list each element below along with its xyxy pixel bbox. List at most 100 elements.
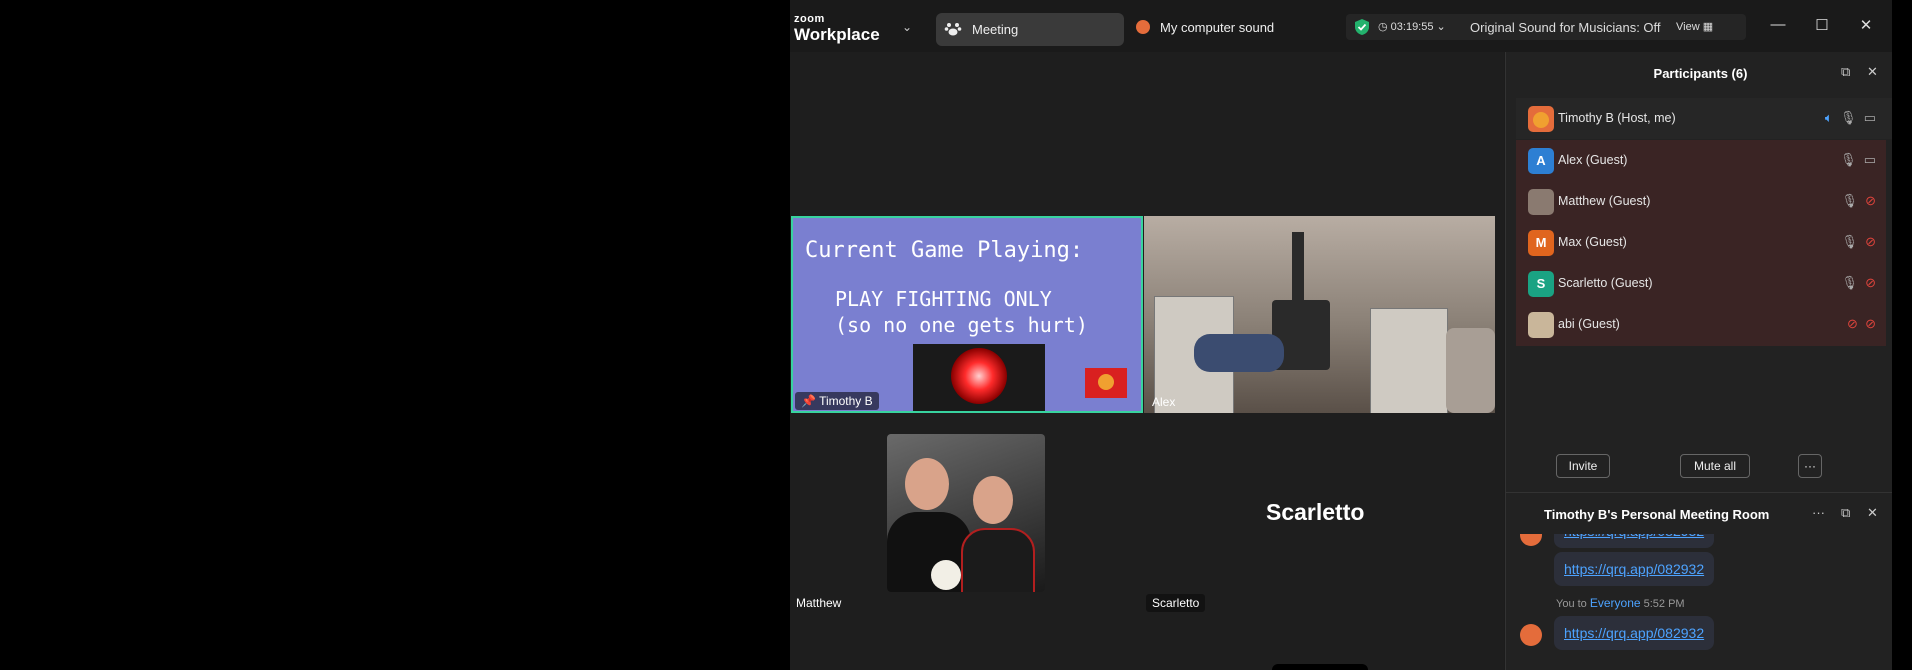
pop-out-icon[interactable]: ⧉: [1841, 64, 1850, 80]
chat-link[interactable]: https://qrq.app/082932: [1554, 534, 1715, 548]
mic-icon[interactable]: 🎙︎: [1841, 234, 1858, 249]
chevron-down-icon: ⌄: [1436, 21, 1446, 33]
stove-pipe: [1292, 232, 1304, 302]
bouquet: [931, 560, 961, 590]
siren-image: [913, 344, 1045, 411]
video-tile-matthew-photo: [887, 434, 1045, 592]
meeting-timer[interactable]: ◷ 03:19:55 ⌄: [1378, 20, 1446, 33]
shield-check-icon[interactable]: [1354, 18, 1370, 36]
close-window-icon[interactable]: ✕: [1856, 16, 1876, 34]
participant-row[interactable]: M Max (Guest) 🎙︎ ⊘: [1516, 222, 1894, 263]
minimize-icon[interactable]: —: [1768, 16, 1788, 33]
mic-icon[interactable]: 🎙︎: [1840, 152, 1857, 167]
participant-controls: ⊘ ⊘: [1847, 316, 1876, 332]
tile-name-alex: Alex: [1152, 395, 1176, 409]
tile-name-matthew: Matthew: [796, 596, 842, 610]
share-audio-icon: [1136, 20, 1150, 34]
person-body-2: [961, 528, 1035, 592]
meta-time: 5:52 PM: [1643, 598, 1685, 610]
scrollbar[interactable]: [1892, 0, 1912, 670]
person-figure: [1194, 334, 1284, 372]
chat-link[interactable]: https://qrq.app/082932: [1554, 552, 1715, 586]
meeting-tab[interactable]: Meeting: [936, 13, 1124, 46]
video-tile-alex[interactable]: Alex: [1144, 216, 1495, 413]
avatar: S: [1528, 271, 1554, 297]
game-title-text: Current Game Playing:: [805, 238, 1084, 263]
meeting-status-bar: ◷ 03:19:55 ⌄ Original Sound for Musician…: [1346, 14, 1746, 40]
camera-off-icon[interactable]: ⊘: [1865, 193, 1876, 208]
participant-controls: 🎙︎ ⊘: [1841, 193, 1876, 209]
participant-name: abi (Guest): [1558, 317, 1620, 331]
invite-button[interactable]: Invite: [1556, 454, 1610, 478]
participant-name: Timothy B (Host, me): [1558, 111, 1676, 125]
view-button[interactable]: View ▦: [1676, 20, 1713, 33]
mic-icon[interactable]: 🎙︎: [1841, 275, 1858, 290]
participants-title: Participants (6): [1653, 66, 1748, 81]
meta-recipient[interactable]: Everyone: [1590, 596, 1641, 610]
chat-messages: https://qrq.app/082932 https://qrq.app/0…: [1506, 534, 1894, 670]
mic-icon[interactable]: 🎙︎: [1840, 110, 1857, 125]
participant-name: Max (Guest): [1558, 235, 1627, 249]
zoom-logo: zoom Workplace: [794, 13, 880, 45]
participant-row[interactable]: A Alex (Guest) 🎙︎ ▭: [1516, 140, 1894, 181]
more-icon[interactable]: ···: [1812, 505, 1825, 520]
grid-icon: ▦: [1702, 21, 1714, 33]
participants-header: Participants (6) ⧉ ✕: [1506, 52, 1894, 94]
participant-name: Alex (Guest): [1558, 153, 1628, 167]
person-face-2: [973, 476, 1013, 524]
meta-sender: You to: [1556, 598, 1587, 610]
pop-out-icon[interactable]: ⧉: [1841, 505, 1850, 521]
chevron-down-icon[interactable]: ⌄: [902, 20, 912, 34]
video-tile-scarletto[interactable]: Scarletto: [1144, 413, 1495, 613]
paw-icon: [944, 23, 962, 36]
avatar: [1528, 106, 1554, 132]
chat-meta: You to Everyone 5:52 PM: [1556, 596, 1685, 610]
participant-name: Matthew (Guest): [1558, 194, 1651, 208]
timer-value: 03:19:55: [1390, 21, 1434, 33]
close-icon[interactable]: ✕: [1867, 64, 1878, 80]
participant-row[interactable]: Timothy B (Host, me) 🔈︎ 🎙︎ ▭: [1516, 98, 1894, 139]
avatar: M: [1528, 230, 1554, 256]
close-icon[interactable]: ✕: [1867, 505, 1878, 521]
chat-avatar: [1520, 624, 1542, 646]
camera-icon[interactable]: ▭: [1864, 110, 1876, 125]
meeting-tab-label: Meeting: [972, 22, 1019, 37]
game-line-text: PLAY FIGHTING ONLY (so no one gets hurt): [835, 287, 1088, 337]
chat-avatar: [1520, 534, 1542, 546]
avatar: [1528, 312, 1554, 338]
brand-small: zoom: [794, 13, 825, 25]
computer-sound-button[interactable]: My computer sound: [1136, 20, 1274, 35]
participant-row[interactable]: Matthew (Guest) 🎙︎ ⊘: [1516, 181, 1894, 222]
participant-controls: 🎙︎ ⊘: [1841, 234, 1876, 250]
mute-all-button[interactable]: Mute all: [1680, 454, 1750, 478]
tile-name-scarletto: Scarletto: [1146, 594, 1206, 612]
clock-icon: ◷: [1378, 21, 1391, 33]
armchair: [1446, 328, 1495, 413]
camera-off-icon[interactable]: ⊘: [1865, 316, 1876, 331]
chat-link[interactable]: https://qrq.app/082932: [1554, 616, 1715, 650]
mic-off-icon[interactable]: ⊘: [1847, 316, 1858, 331]
zoom-window: zoom Workplace ⌄ Meeting My computer sou…: [790, 0, 1894, 670]
participant-name: Scarletto (Guest): [1558, 276, 1653, 290]
camera-icon[interactable]: ▭: [1864, 152, 1876, 167]
brand-main: Workplace: [794, 25, 880, 44]
mic-icon[interactable]: 🎙︎: [1841, 193, 1858, 208]
original-sound-toggle[interactable]: Original Sound for Musicians: Off: [1470, 20, 1661, 35]
maximize-icon[interactable]: ☐: [1812, 16, 1832, 34]
avatar: [1528, 189, 1554, 215]
top-bar: zoom Workplace ⌄ Meeting My computer sou…: [790, 0, 1894, 52]
chat-title: Timothy B's Personal Meeting Room: [1544, 507, 1770, 522]
participant-controls: 🎙︎ ▭: [1840, 152, 1876, 168]
blank-region: [0, 0, 792, 670]
side-panel: Participants (6) ⧉ ✕ Timothy B (Host, me…: [1505, 52, 1894, 670]
camera-off-icon[interactable]: ⊘: [1865, 234, 1876, 249]
floating-toolbar-edge: [1272, 664, 1368, 670]
camera-off-icon[interactable]: ⊘: [1865, 275, 1876, 290]
more-options-button[interactable]: ···: [1798, 454, 1822, 478]
participant-row[interactable]: S Scarletto (Guest) 🎙︎ ⊘: [1516, 263, 1894, 304]
tile-name-timothy: 📌 Timothy B: [795, 392, 879, 410]
participant-row[interactable]: abi (Guest) ⊘ ⊘: [1516, 304, 1894, 345]
computer-sound-label: My computer sound: [1160, 20, 1275, 35]
person-face-1: [905, 458, 949, 510]
video-tile-timothy[interactable]: Current Game Playing: PLAY FIGHTING ONLY…: [791, 216, 1143, 413]
